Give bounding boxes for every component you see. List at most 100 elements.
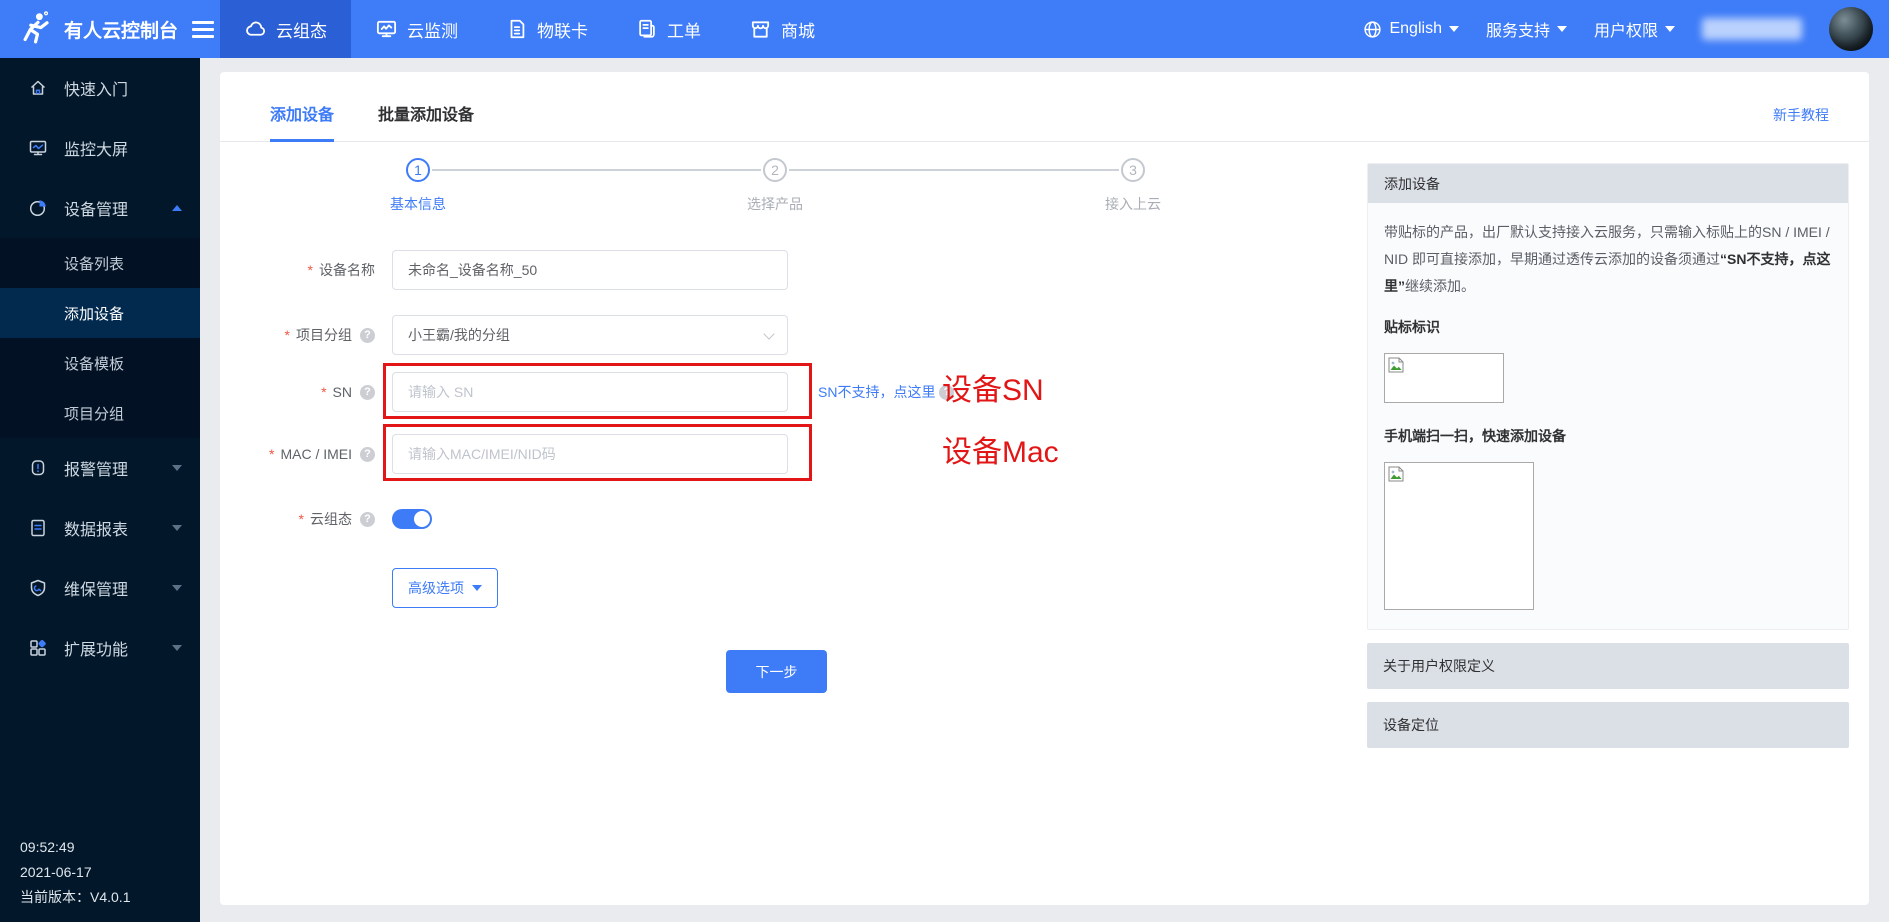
chevron-down-icon <box>172 585 182 591</box>
advanced-options-button[interactable]: 高级选项 <box>392 568 498 608</box>
sidebar-item-monitor-screen[interactable]: 监控大屏 <box>0 118 200 178</box>
device-name-label: * 设备名称 <box>220 260 375 280</box>
sidebar-item-quick-start[interactable]: 快速入门 <box>0 58 200 118</box>
help-icon[interactable] <box>360 328 375 343</box>
home-icon <box>28 78 48 98</box>
sn-annotation-text: 设备SN <box>942 372 1044 412</box>
cloud-icon <box>244 18 267 41</box>
clock-date: 2021-06-17 <box>20 860 130 885</box>
step-3-label: 接入上云 <box>1105 194 1161 214</box>
sn-input[interactable] <box>392 372 788 412</box>
help-icon[interactable] <box>360 512 375 527</box>
sidebar-item-maintenance[interactable]: 维保管理 <box>0 558 200 618</box>
tutorial-link[interactable]: 新手教程 <box>1773 105 1829 125</box>
sticker-image-placeholder <box>1384 353 1504 403</box>
usr-logo-icon <box>18 10 56 48</box>
help-panel-header[interactable]: 添加设备 <box>1368 164 1848 203</box>
sn-not-supported-link[interactable]: SN不支持，点这里 <box>818 372 954 412</box>
device-name-row: * 设备名称 <box>220 250 788 290</box>
chevron-down-icon <box>172 645 182 651</box>
sidebar-subitem-project-group[interactable]: 项目分组 <box>0 388 200 438</box>
brand: 有人云控制台 <box>0 0 220 58</box>
work-order-icon <box>636 18 658 40</box>
sidebar-footer: 09:52:49 2021-06-17 当前版本：V4.0.1 <box>20 835 130 910</box>
avatar[interactable] <box>1829 7 1873 51</box>
step-1-circle: 1 <box>406 158 430 182</box>
qr-heading: 手机端扫一扫，快速添加设备 <box>1384 423 1832 450</box>
broken-image-icon <box>1388 466 1404 482</box>
username-redacted <box>1702 18 1802 40</box>
help-paragraph: 带贴标的产品，出厂默认支持接入云服务，只需输入标贴上的SN / IMEI / N… <box>1384 219 1832 300</box>
step-3-circle: 3 <box>1121 158 1145 182</box>
monitor-chart-icon <box>375 18 398 41</box>
report-icon <box>28 518 48 538</box>
chevron-down-icon <box>1449 26 1459 32</box>
project-group-select[interactable]: 小王霸/我的分组 <box>392 315 788 355</box>
chevron-down-icon <box>1665 26 1675 32</box>
chevron-down-icon <box>472 585 482 591</box>
step-line <box>789 169 1119 171</box>
top-right-menus: English 服务支持 用户权限 <box>1363 0 1889 58</box>
stepper: 1 2 3 基本信息 选择产品 接入上云 <box>220 158 1360 218</box>
help-panel-add-device: 添加设备 带贴标的产品，出厂默认支持接入云服务，只需输入标贴上的SN / IME… <box>1367 163 1849 630</box>
sim-card-icon <box>506 18 528 40</box>
nav-mall[interactable]: 商城 <box>725 0 839 58</box>
chevron-down-icon <box>172 465 182 471</box>
sn-row: * SN <box>220 372 788 412</box>
shield-icon <box>28 578 48 598</box>
globe-icon <box>1363 20 1382 39</box>
cloud-scada-label: * 云组态 <box>220 509 375 529</box>
version-label: 当前版本：V4.0.1 <box>20 885 130 910</box>
mac-imei-row: * MAC / IMEI <box>220 434 788 474</box>
help-icon[interactable] <box>360 385 375 400</box>
cloud-scada-row: * 云组态 <box>220 499 432 539</box>
permission-menu[interactable]: 用户权限 <box>1594 17 1675 41</box>
sidebar: 快速入门 监控大屏 设备管理 设备列表 添加设备 设备模板 项目分组 <box>0 58 200 922</box>
nav-work-order[interactable]: 工单 <box>612 0 725 58</box>
help-icon[interactable] <box>360 447 375 462</box>
project-group-row: * 项目分组 小王霸/我的分组 <box>220 315 788 355</box>
sn-label: * SN <box>220 384 375 400</box>
step-2-circle: 2 <box>763 158 787 182</box>
step-1-label: 基本信息 <box>390 194 446 214</box>
sidebar-item-alarm-management[interactable]: 报警管理 <box>0 438 200 498</box>
big-screen-icon <box>28 138 48 158</box>
sidebar-subitem-add-device[interactable]: 添加设备 <box>0 288 200 338</box>
nav-cloud-monitor[interactable]: 云监测 <box>351 0 482 58</box>
panel-device-location[interactable]: 设备定位 <box>1367 702 1849 748</box>
chevron-down-icon <box>172 525 182 531</box>
next-step-button[interactable]: 下一步 <box>726 650 827 693</box>
sidebar-subitem-device-template[interactable]: 设备模板 <box>0 338 200 388</box>
chevron-down-icon <box>1557 26 1567 32</box>
support-menu[interactable]: 服务支持 <box>1486 17 1567 41</box>
mac-imei-input[interactable] <box>392 434 788 474</box>
language-menu[interactable]: English <box>1363 20 1458 39</box>
step-2-label: 选择产品 <box>747 194 803 214</box>
nav-iot-card[interactable]: 物联卡 <box>482 0 612 58</box>
tab-batch-add-device[interactable]: 批量添加设备 <box>378 101 474 142</box>
nav-cloud-scada[interactable]: 云组态 <box>220 0 351 58</box>
clock-time: 09:52:49 <box>20 835 130 860</box>
tab-add-device[interactable]: 添加设备 <box>270 101 334 142</box>
tab-bar: 添加设备 批量添加设备 新手教程 <box>220 72 1869 142</box>
mac-imei-label: * MAC / IMEI <box>220 446 375 462</box>
panel-user-permission[interactable]: 关于用户权限定义 <box>1367 643 1849 689</box>
sidebar-item-device-management[interactable]: 设备管理 <box>0 178 200 238</box>
sidebar-item-data-reports[interactable]: 数据报表 <box>0 498 200 558</box>
help-panel-body: 带贴标的产品，出厂默认支持接入云服务，只需输入标贴上的SN / IMEI / N… <box>1368 203 1848 610</box>
chevron-up-icon <box>172 205 182 211</box>
cloud-scada-toggle[interactable] <box>392 509 432 529</box>
top-bar: 有人云控制台 云组态 云监测 <box>0 0 1889 58</box>
qr-image-placeholder <box>1384 462 1534 610</box>
main-card: 添加设备 批量添加设备 新手教程 1 2 3 基本信息 选择产品 接入上云 * … <box>220 72 1869 905</box>
storefront-icon <box>749 18 772 41</box>
device-name-input[interactable] <box>392 250 788 290</box>
sidebar-subitem-device-list[interactable]: 设备列表 <box>0 238 200 288</box>
sticker-heading: 贴标标识 <box>1384 314 1832 341</box>
app-title: 有人云控制台 <box>64 16 178 43</box>
pie-chart-icon <box>28 198 48 218</box>
sidebar-item-extensions[interactable]: 扩展功能 <box>0 618 200 678</box>
project-group-label: * 项目分组 <box>220 325 375 345</box>
menu-toggle-icon[interactable] <box>192 21 214 38</box>
chevron-down-icon <box>763 328 774 339</box>
